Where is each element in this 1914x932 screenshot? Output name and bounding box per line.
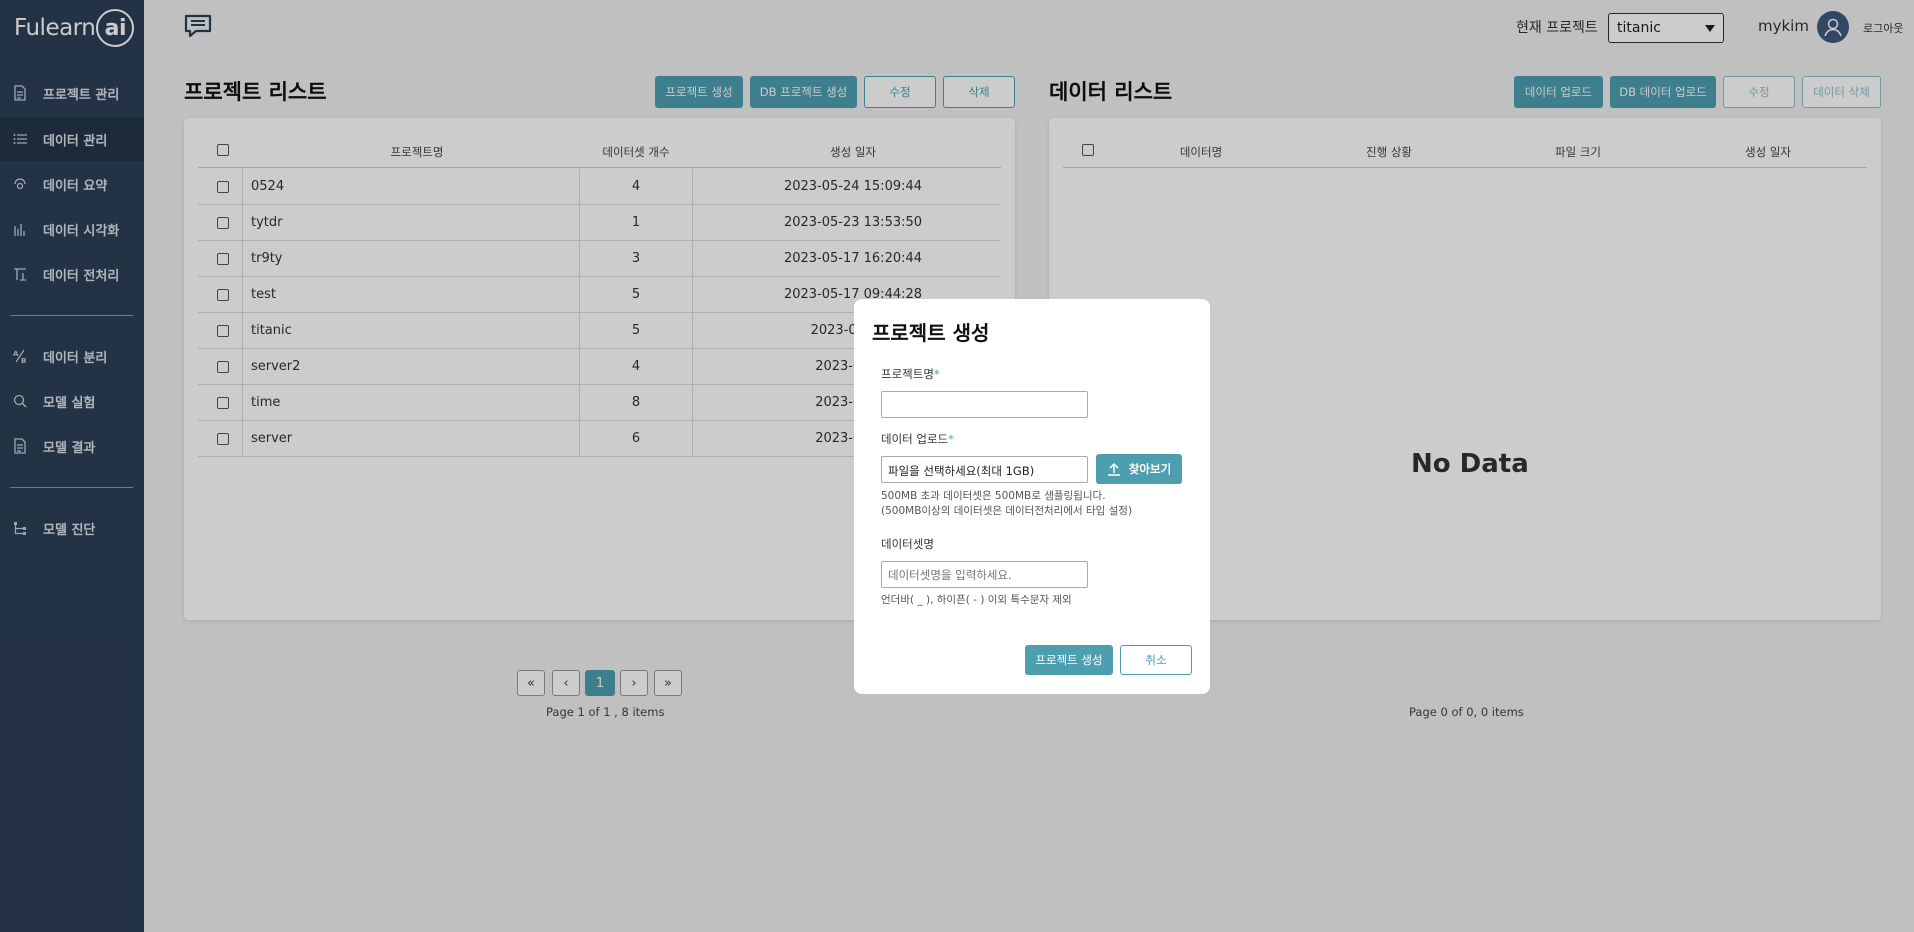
- upload-help-line: (500MB이상의 데이터셋은 데이터전처리에서 타입 설정): [881, 505, 1133, 517]
- project-name-label: 프로젝트명*: [881, 367, 940, 381]
- browse-button[interactable]: 찾아보기: [1096, 454, 1182, 484]
- submit-create-project-button[interactable]: 프로젝트 생성: [1025, 645, 1113, 675]
- project-name-input[interactable]: [881, 391, 1088, 418]
- upload-help: 500MB 초과 데이터셋은 500MB로 샘플링됩니다. (500MB이상의 …: [881, 489, 1132, 519]
- upload-label: 데이터 업로드*: [881, 432, 954, 446]
- modal-title: 프로젝트 생성: [872, 321, 990, 345]
- upload-help-line: 500MB 초과 데이터셋은 500MB로 샘플링됩니다.: [881, 490, 1106, 502]
- dataset-name-label: 데이터셋명: [881, 537, 934, 551]
- create-project-modal: 프로젝트 생성 프로젝트명* 데이터 업로드* 파일을 선택하세요(최대 1GB…: [854, 299, 1210, 694]
- browse-label: 찾아보기: [1128, 462, 1172, 476]
- cancel-button[interactable]: 취소: [1120, 645, 1192, 675]
- dataset-help: 언더바( _ ), 하이픈( - ) 이외 특수문자 제외: [881, 594, 1072, 606]
- file-path-display[interactable]: 파일을 선택하세요(최대 1GB): [881, 456, 1088, 483]
- dataset-name-input[interactable]: [881, 561, 1088, 588]
- upload-icon: [1107, 462, 1120, 476]
